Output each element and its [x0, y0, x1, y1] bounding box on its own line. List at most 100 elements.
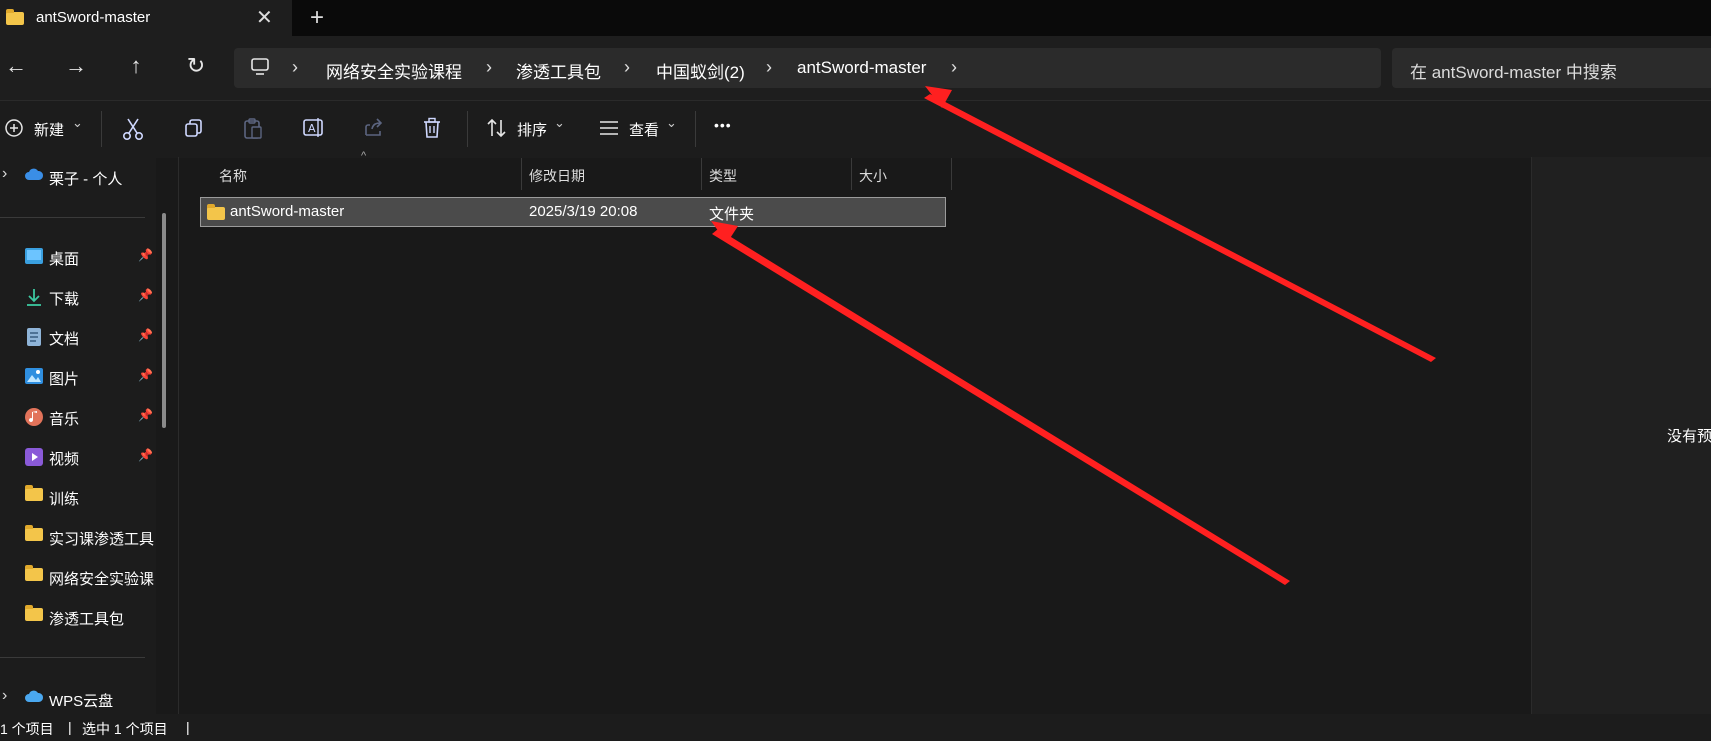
new-tab-button[interactable]: + — [310, 4, 324, 32]
pin-icon: 📌 — [138, 408, 153, 422]
sidebar-item-downloads[interactable]: 下载 📌 — [0, 279, 156, 315]
pin-icon: 📌 — [138, 328, 153, 342]
sidebar-item-documents[interactable]: 文档 📌 — [0, 319, 156, 355]
new-button[interactable]: 新建 — [34, 119, 64, 140]
sidebar-divider — [0, 657, 145, 658]
sidebar-item-label: 实习课渗透工具 — [49, 531, 155, 548]
desktop-icon — [24, 247, 44, 267]
pin-icon: 📌 — [138, 448, 153, 462]
item-count: 1 个项目 — [0, 721, 54, 737]
cut-icon[interactable] — [122, 117, 144, 145]
sidebar-item-folder[interactable]: 实习课渗透工具 — [0, 519, 156, 555]
status-bar: 1 个项目 | 选中 1 个项目 | — [0, 714, 1711, 741]
pin-icon: 📌 — [138, 288, 153, 302]
video-icon — [24, 447, 44, 467]
navigation-pane: › 栗子 - 个人 桌面 📌 下载 📌 文档 📌 图片 📌 音乐 📌 视频 📌 — [0, 157, 156, 714]
toolbar-divider — [101, 111, 102, 147]
chevron-down-icon: ⌄ — [666, 115, 677, 130]
view-icon — [598, 119, 620, 141]
sidebar-item-folder[interactable]: 网络安全实验课 — [0, 559, 156, 595]
cloud-icon — [24, 167, 44, 187]
view-button[interactable]: 查看 — [629, 119, 659, 140]
sidebar-item-label: 栗子 - 个人 — [49, 171, 123, 188]
folder-icon — [6, 9, 24, 29]
selection-count: 选中 1 个项目 — [82, 721, 168, 737]
pane-divider[interactable] — [178, 157, 179, 714]
column-divider[interactable] — [951, 158, 952, 190]
breadcrumb-item-current[interactable]: antSword-master — [797, 58, 926, 78]
sort-button[interactable]: 排序 — [517, 119, 547, 140]
status-separator: | — [186, 719, 190, 735]
cloud-icon — [24, 689, 44, 709]
share-icon[interactable] — [363, 117, 385, 143]
file-name: antSword-master — [230, 203, 345, 220]
active-tab[interactable]: antSword-master ✕ — [0, 0, 292, 36]
document-icon — [24, 327, 44, 347]
breadcrumb-separator: › — [292, 57, 298, 77]
tab-title: antSword-master — [36, 9, 151, 26]
delete-icon[interactable] — [422, 117, 442, 143]
pin-icon: 📌 — [138, 248, 153, 262]
picture-icon — [24, 367, 44, 387]
copy-icon[interactable] — [183, 117, 205, 143]
sidebar-item-onedrive[interactable]: › 栗子 - 个人 — [0, 159, 156, 195]
chevron-right-icon[interactable]: › — [2, 165, 7, 183]
breadcrumb-item[interactable]: 渗透工具包 — [516, 58, 601, 83]
up-button[interactable]: ↑ — [122, 52, 150, 80]
column-header-modified[interactable]: 修改日期 — [529, 166, 585, 186]
chevron-down-icon: ⌄ — [72, 115, 83, 130]
sidebar-item-videos[interactable]: 视频 📌 — [0, 439, 156, 475]
file-modified: 2025/3/19 20:08 — [529, 203, 638, 220]
chevron-down-icon: ⌄ — [554, 115, 565, 130]
table-row[interactable]: antSword-master 2025/3/19 20:08 文件夹 — [200, 197, 946, 227]
search-placeholder: 在 antSword-master 中搜索 — [1410, 63, 1617, 82]
svg-text:A: A — [308, 122, 316, 135]
column-divider[interactable] — [851, 158, 852, 190]
sidebar-item-desktop[interactable]: 桌面 📌 — [0, 239, 156, 275]
sidebar-item-folder[interactable]: 渗透工具包 — [0, 599, 156, 635]
breadcrumb-separator: › — [486, 57, 492, 77]
sidebar-scrollbar[interactable] — [162, 213, 166, 428]
refresh-button[interactable]: ↻ — [182, 52, 210, 80]
pin-icon: 📌 — [138, 368, 153, 382]
file-type: 文件夹 — [709, 206, 755, 223]
sidebar-item-folder[interactable]: 训练 — [0, 479, 156, 515]
sidebar-item-label: 渗透工具包 — [49, 611, 125, 628]
sidebar-item-wps-cloud[interactable]: › WPS云盘 — [0, 681, 156, 717]
column-divider[interactable] — [521, 158, 522, 190]
breadcrumb-item[interactable]: 网络安全实验课程 — [326, 58, 462, 83]
more-options-button[interactable]: ••• — [714, 117, 732, 133]
close-tab-icon[interactable]: ✕ — [256, 5, 273, 30]
rename-icon[interactable]: A — [302, 117, 326, 143]
sidebar-item-music[interactable]: 音乐 📌 — [0, 399, 156, 435]
sort-icon — [486, 118, 508, 142]
column-header-type[interactable]: 类型 — [709, 166, 737, 186]
breadcrumb-expand[interactable]: › — [951, 57, 957, 78]
download-icon — [24, 287, 44, 307]
search-input[interactable]: 在 antSword-master 中搜索 — [1392, 48, 1711, 88]
breadcrumb-separator: › — [766, 57, 772, 77]
forward-button[interactable]: → — [62, 52, 90, 80]
paste-icon[interactable] — [242, 117, 264, 145]
plus-circle-icon — [4, 118, 24, 142]
back-button[interactable]: ← — [2, 52, 30, 80]
sidebar-item-pictures[interactable]: 图片 📌 — [0, 359, 156, 395]
folder-icon — [24, 485, 44, 507]
toolbar-divider — [695, 111, 696, 147]
address-bar[interactable]: › 网络安全实验课程 › 渗透工具包 › 中国蚁剑(2) › antSword-… — [234, 48, 1381, 88]
sort-ascending-icon: ^ — [361, 150, 367, 162]
sidebar-item-label: WPS云盘 — [49, 693, 114, 710]
column-divider[interactable] — [701, 158, 702, 190]
address-row: ← → ↑ ↻ › 网络安全实验课程 › 渗透工具包 › 中国蚁剑(2) › a… — [0, 36, 1711, 100]
sidebar-divider — [0, 217, 145, 218]
preview-message: 没有预 — [1667, 428, 1711, 445]
column-header-size[interactable]: 大小 — [859, 166, 887, 186]
music-icon — [24, 407, 44, 427]
folder-icon — [24, 525, 44, 547]
sidebar-item-label: 网络安全实验课 — [49, 571, 155, 588]
breadcrumb-item[interactable]: 中国蚁剑(2) — [656, 58, 745, 83]
computer-icon — [250, 58, 270, 75]
chevron-right-icon[interactable]: › — [2, 687, 7, 705]
breadcrumb-separator: › — [624, 57, 630, 77]
column-header-name[interactable]: 名称 — [219, 166, 247, 186]
